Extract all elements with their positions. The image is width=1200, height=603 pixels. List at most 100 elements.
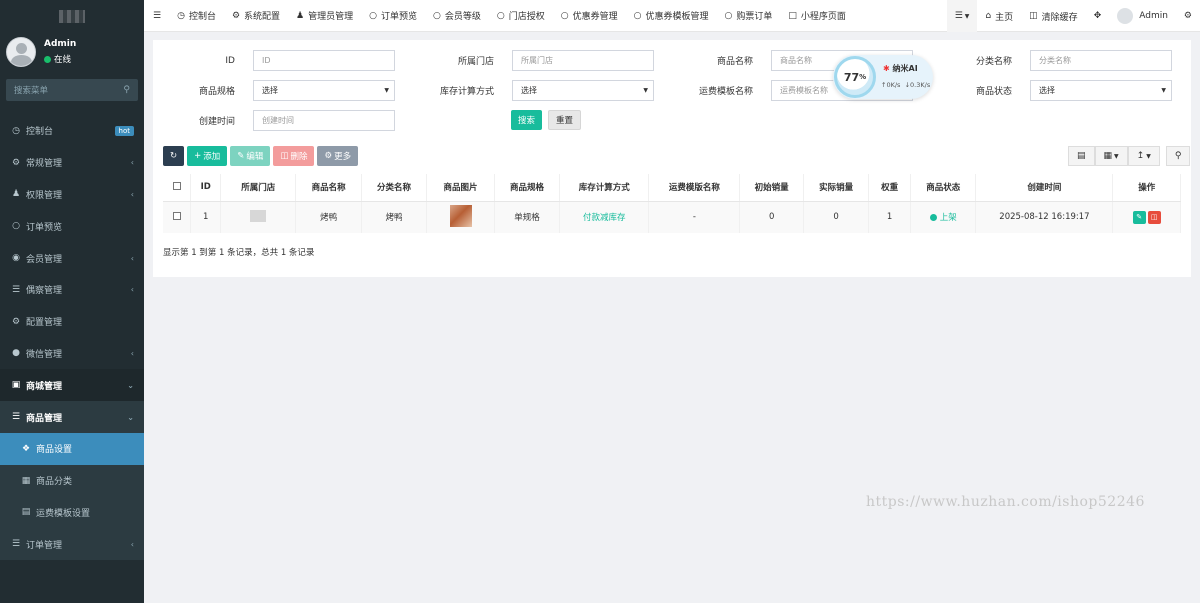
edit-button[interactable]: ✎ 编辑 <box>230 146 271 166</box>
gear-icon: ⚙ <box>231 10 241 21</box>
column-header[interactable]: 商品图片 <box>426 174 495 202</box>
filter-label: 运费模板名称 <box>698 87 753 97</box>
chevron-left-icon: ‹ <box>130 285 134 295</box>
sidebar-item-general[interactable]: ⚙ 常规管理 ‹ <box>0 147 144 179</box>
home-link[interactable]: ⌂ 主页 <box>977 0 1021 32</box>
sidebar-item-members[interactable]: ◉ 会员管理 ‹ <box>0 242 144 274</box>
table-view-tools: ▤ ▦ ▼ ↥ ▼ ⚲ <box>1068 146 1191 166</box>
column-header[interactable]: 所属门店 <box>220 174 297 202</box>
chevron-left-icon: ‹ <box>130 539 134 549</box>
sidebar-item-config[interactable]: ⚙ 配置管理 <box>0 306 144 338</box>
sidebar-menu: ◷ 控制台 hot ⚙ 常规管理 ‹ ♟ 权限管理 ‹ ○ 订单预览 ◉ 会员管理 ‹ ☰ 偶察管理… <box>0 115 144 561</box>
sidebar-item-dashboard[interactable]: ◷ 控制台 hot <box>0 115 144 147</box>
status-select[interactable]: 选择 <box>1030 80 1172 101</box>
store-input[interactable]: 所属门店 <box>512 50 654 71</box>
cell-stock-method: 付款减库存 <box>559 201 650 233</box>
ai-assistant-widget[interactable]: 77% ✱ 纳米AI ↑0K/s ↓0.3K/s <box>833 55 933 99</box>
created-time-input[interactable]: 创建时间 <box>253 110 395 131</box>
select-all-header <box>163 174 192 202</box>
column-header[interactable]: 商品规格 <box>494 174 561 202</box>
blurred-store-image <box>250 209 267 222</box>
search-icon[interactable]: ⚲ <box>123 85 130 95</box>
export-button[interactable]: ↥ ▼ <box>1127 146 1160 166</box>
tab-coupon-manage[interactable]: ○ 优惠券管理 <box>553 0 626 32</box>
refresh-button[interactable]: ↻ <box>163 146 185 166</box>
table-row[interactable]: 1 烤鸭 烤鸭 单规格 付款减库存 - 0 0 1 上架 2025-08-12 … <box>163 201 1181 233</box>
filter-label: 库存计算方式 <box>439 87 494 97</box>
menu-search-input[interactable]: 搜索菜单 ⚲ <box>6 79 138 101</box>
cell-real-sales: 0 <box>803 201 870 233</box>
row-checkbox[interactable] <box>172 211 181 220</box>
fullscreen-icon[interactable]: ✥ <box>1086 0 1110 32</box>
status-badge[interactable]: 上架 <box>929 211 957 223</box>
goods-thumbnail[interactable] <box>449 204 472 227</box>
settings-gear-icon[interactable]: ⚙ <box>1176 0 1200 32</box>
delete-button[interactable]: ◫ 删除 <box>273 146 315 166</box>
table-icon: ▤ <box>1077 151 1086 161</box>
select-all-checkbox[interactable] <box>172 181 181 190</box>
column-header[interactable]: 初始销量 <box>739 174 804 202</box>
id-input[interactable]: ID <box>253 50 395 71</box>
sidebar-item-wechat[interactable]: ● 微信管理 ‹ <box>0 338 144 370</box>
tab-member-level[interactable]: ○ 会员等级 <box>425 0 489 32</box>
column-header[interactable]: 权重 <box>868 174 911 202</box>
sidebar-item-inspection[interactable]: ☰ 偶察管理 ‹ <box>0 274 144 306</box>
column-header[interactable]: 运费模版名称 <box>648 174 741 202</box>
category-input[interactable]: 分类名称 <box>1030 50 1172 71</box>
sidebar-item-order-preview[interactable]: ○ 订单预览 <box>0 210 144 242</box>
tab-dashboard[interactable]: ◷ 控制台 <box>169 0 224 32</box>
tabs-menu-button[interactable]: ☰ ▼ <box>946 0 978 32</box>
column-header[interactable]: 分类名称 <box>361 174 428 202</box>
cell-init-sales: 0 <box>739 201 804 233</box>
tab-system-config[interactable]: ⚙ 系统配置 <box>224 0 288 32</box>
circle-icon: ○ <box>369 10 377 21</box>
tab-order-preview[interactable]: ○ 订单预览 <box>361 0 425 32</box>
table-search-button[interactable]: ⚲ <box>1165 146 1191 166</box>
chevron-down-icon: ⌄ <box>127 412 134 422</box>
column-header[interactable]: 创建时间 <box>975 174 1114 202</box>
stock-method-select[interactable]: 选择 <box>512 80 654 101</box>
tab-store-auth[interactable]: ○ 门店授权 <box>489 0 553 32</box>
sidebar-item-freight-template[interactable]: ▤ 运费模板设置 <box>0 496 144 529</box>
clear-cache-button[interactable]: ◫ 清除缓存 <box>1021 0 1086 32</box>
sidebar-item-orders[interactable]: ☰ 订单管理 ‹ <box>0 528 144 561</box>
toggle-view-button[interactable]: ▤ <box>1068 146 1095 166</box>
filter-label: 商品规格 <box>198 87 235 97</box>
table-header-row: ID 所属门店 商品名称 分类名称 商品图片 商品规格 库存计算方式 运费模版名… <box>163 174 1181 202</box>
tab-miniprogram-pages[interactable]: □ 小程序页面 <box>780 0 854 32</box>
sidebar-item-goods-settings[interactable]: ❖ 商品设置 <box>0 432 144 465</box>
column-header[interactable]: 商品状态 <box>910 174 977 202</box>
sidebar-item-auth[interactable]: ♟ 权限管理 ‹ <box>0 179 144 211</box>
user-menu[interactable]: Admin <box>1109 0 1176 32</box>
column-header[interactable]: ID <box>190 174 222 202</box>
spec-select[interactable]: 选择 <box>253 80 395 101</box>
more-button[interactable]: ⚙ 更多 <box>317 146 359 166</box>
reset-button[interactable]: 重置 <box>548 110 582 130</box>
pagination-summary: 显示第 1 到第 1 条记录，总共 1 条记录 <box>163 248 315 258</box>
circle-icon: ○ <box>724 10 733 21</box>
sidebar-item-goods-category[interactable]: ▦ 商品分类 <box>0 464 144 497</box>
add-button[interactable]: + 添加 <box>187 146 228 166</box>
row-delete-button[interactable]: ◫ <box>1147 210 1161 224</box>
grid-icon: ▦ <box>1103 151 1113 161</box>
tab-ticket-orders[interactable]: ○ 购票订单 <box>717 0 781 32</box>
list-icon: ☰ <box>11 284 21 295</box>
column-header[interactable]: 库存计算方式 <box>559 174 650 202</box>
tab-coupon-template[interactable]: ○ 优惠券模板管理 <box>626 0 717 32</box>
search-button[interactable]: 搜索 <box>511 110 543 130</box>
row-edit-button[interactable]: ✎ <box>1132 210 1146 224</box>
tab-admin-manage[interactable]: ♟ 管理员管理 <box>288 0 361 32</box>
chevron-left-icon: ‹ <box>130 253 134 263</box>
chevron-left-icon: ‹ <box>130 348 134 358</box>
cell-status: 上架 <box>910 201 977 233</box>
list-icon: ☰ <box>954 11 963 21</box>
avatar <box>1117 8 1134 24</box>
group-icon: ♟ <box>11 189 21 200</box>
column-header[interactable]: 商品名称 <box>295 174 362 202</box>
logo[interactable] <box>0 0 144 32</box>
sidebar-item-shop[interactable]: ▣ 商城管理 ⌄ <box>0 369 144 402</box>
sidebar-toggle-icon[interactable]: ☰ <box>144 0 169 32</box>
sidebar-item-goods[interactable]: ☰ 商品管理 ⌄ <box>0 401 144 433</box>
column-header[interactable]: 实际销量 <box>803 174 870 202</box>
columns-button[interactable]: ▦ ▼ <box>1094 146 1128 166</box>
